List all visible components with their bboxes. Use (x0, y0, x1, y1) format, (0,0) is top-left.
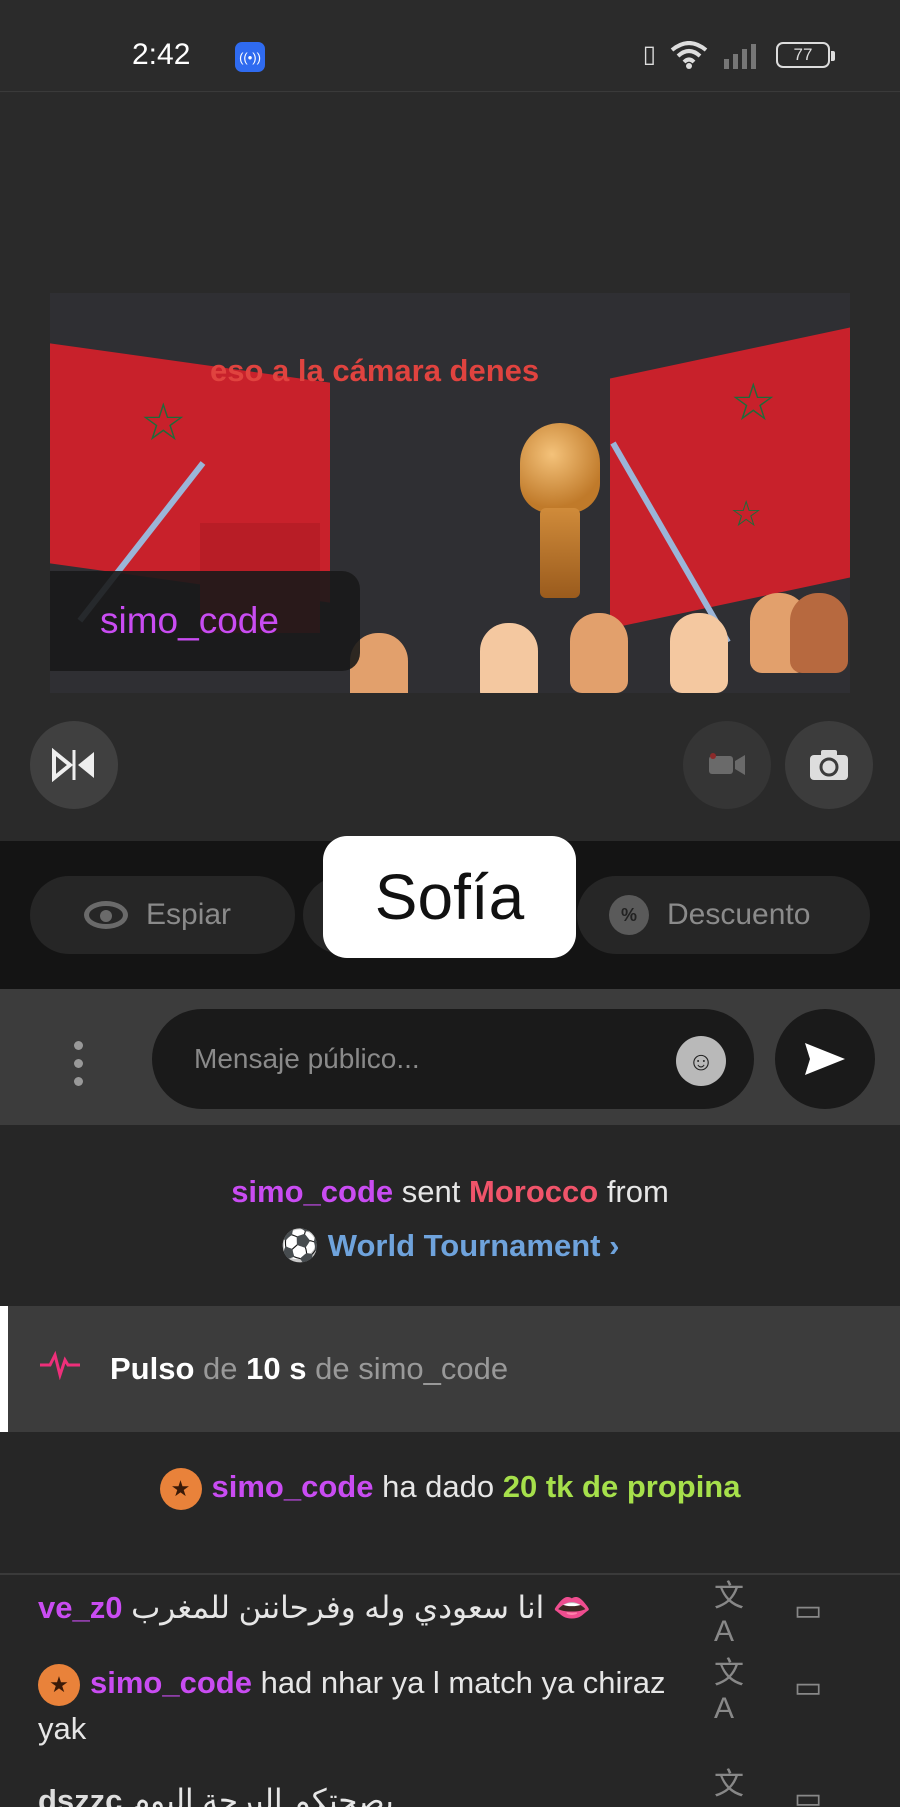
trophy-image (520, 423, 600, 513)
chat-text: انا سعودي وله وفرحاننن للمغرب 👄 (131, 1590, 592, 1625)
emoji-icon[interactable]: ☺ (676, 1036, 726, 1086)
flag-star-icon: ☆ (140, 394, 187, 452)
send-button[interactable] (775, 1009, 875, 1109)
pulse-user: simo_code (358, 1351, 509, 1386)
vibrate-icon: ▯ (642, 41, 656, 68)
video-area: ☆ ☆ ☆ eso a la cámara denes simo_code (0, 93, 900, 841)
video-camera-icon (709, 753, 745, 775)
eye-icon (84, 901, 128, 929)
chat-message: dszzc بصحتكم البرحة اليوم (38, 1778, 678, 1807)
switch-camera-icon (810, 750, 848, 780)
name-tooltip: Sofía (323, 836, 576, 958)
hand-image (790, 593, 848, 673)
gift-notification: simo_code sent Morocco from ⚽ World Tour… (0, 1125, 900, 1305)
broadcast-icon: ((•)) (235, 42, 265, 72)
mirror-icon (52, 748, 94, 782)
public-message-input[interactable] (152, 1009, 754, 1109)
translate-icon[interactable]: 文A (714, 1580, 754, 1648)
spy-label: Espiar (146, 898, 232, 931)
wifi-icon (670, 40, 708, 69)
chat-message-actions: 文A ▭ (714, 1768, 828, 1807)
flag-star-icon: ☆ (730, 374, 777, 432)
tip-notification: ★ simo_code ha dado 20 tk de propina (0, 1432, 900, 1582)
discount-button[interactable]: % Descuento (577, 876, 870, 954)
chat-username[interactable]: simo_code (90, 1665, 252, 1700)
divider (0, 1573, 900, 1575)
video-off-button[interactable] (683, 721, 771, 809)
chevron-right-icon: › (609, 1228, 620, 1263)
chat-username[interactable]: dszzc (38, 1783, 122, 1807)
tournament-link-label: World Tournament (327, 1228, 601, 1263)
chat-message: ★ simo_code had nhar ya l match ya chiraz… (38, 1660, 678, 1752)
star-badge-icon: ★ (159, 1467, 202, 1510)
discount-icon: % (609, 895, 649, 935)
tip-sender[interactable]: simo_code (212, 1469, 374, 1504)
translate-icon[interactable]: 文A (714, 1657, 754, 1725)
streamer-name-tag: simo_code (50, 571, 360, 671)
translate-icon[interactable]: 文A (714, 1768, 754, 1807)
hand-image (570, 613, 628, 693)
pulse-icon (40, 1350, 80, 1389)
spy-button[interactable]: Espiar (30, 876, 295, 954)
flag-star-icon: ☆ (730, 493, 763, 534)
tournament-link[interactable]: ⚽ World Tournament › (0, 1219, 900, 1273)
stream-banner-text: eso a la cámara denes (210, 353, 540, 388)
tip-amount: 20 tk de propina (502, 1469, 741, 1504)
trophy-image (540, 508, 580, 598)
hand-image (480, 623, 538, 693)
hide-message-icon[interactable]: ▭ (788, 1667, 828, 1707)
gift-sender[interactable]: simo_code (231, 1174, 393, 1209)
chat-text: بصحتكم البرحة اليوم (131, 1783, 394, 1807)
more-options-icon[interactable] (74, 1041, 83, 1086)
message-composer: ☺ (0, 989, 900, 1125)
chat-message-actions: 文A ▭ (714, 1657, 828, 1725)
mirror-button[interactable] (30, 721, 118, 809)
status-time: 2:42 (132, 38, 191, 71)
send-icon (805, 1043, 845, 1075)
signal-icon (724, 43, 756, 69)
hide-message-icon[interactable]: ▭ (788, 1778, 828, 1807)
pulse-notification: Pulso de 10 s de simo_code (0, 1306, 900, 1432)
hand-image (670, 613, 728, 693)
chat-message: ve_z0 انا سعودي وله وفرحاننن للمغرب 👄 (38, 1585, 678, 1631)
discount-label: Descuento (667, 898, 811, 931)
star-badge-icon: ★ (38, 1663, 80, 1706)
status-bar: 2:42 ((•)) ▯ 77 (0, 0, 900, 92)
hide-message-icon[interactable]: ▭ (788, 1590, 828, 1630)
battery-icon: 77 (776, 41, 835, 68)
soccer-ball-icon: ⚽ (280, 1228, 320, 1263)
chat-username[interactable]: ve_z0 (38, 1590, 122, 1625)
status-indicators: ▯ 77 (642, 40, 835, 69)
switch-camera-button[interactable] (785, 721, 873, 809)
gift-name: Morocco (469, 1174, 599, 1209)
chat-message-actions: 文A ▭ (714, 1580, 828, 1648)
